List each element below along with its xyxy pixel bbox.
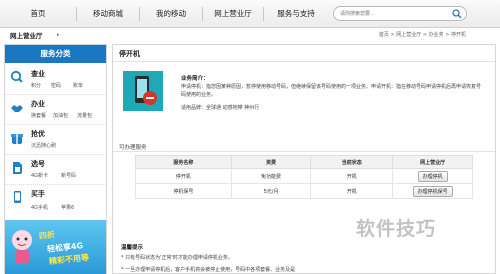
column-header: 当前状态 (310, 155, 394, 169)
table-header-row: 服务名称 资费 当前状态 网上营业厅 (135, 155, 473, 169)
sidebar-item-label: 办业 (31, 100, 45, 108)
sidebar-sublink[interactable]: 流量包 (77, 112, 92, 119)
sidebar-sublink[interactable]: 密码 (51, 82, 61, 89)
breadcrumb[interactable]: 首页 > 网上营业厅 > 办业务 > 停开机 (379, 31, 466, 38)
suspend-button[interactable]: 办理停机 (417, 170, 448, 182)
promo-text: 精彩不用等 (48, 252, 90, 267)
divider (113, 151, 495, 152)
sidebar-sublink[interactable]: 账单 (73, 82, 83, 89)
section-title: 网上营业厅 (10, 32, 43, 40)
service-fee: 5元/月 (230, 183, 312, 199)
sim-icon (13, 162, 22, 174)
sidebar-item-query[interactable]: 查业 积分 密码 账单 (5, 65, 106, 95)
intro-title: 业务简介： (181, 76, 209, 82)
nav-service-support[interactable]: 服务与支持 (264, 0, 328, 28)
tip-text: * 一旦办理申请停机后，客户手机将会被停止使用，号码中各项套餐、业务及是 (121, 267, 296, 273)
promo-banner[interactable]: 四折 轻松享4G 精彩不用等 (5, 220, 106, 274)
column-header: 服务名称 (135, 155, 232, 169)
page-title: 停开机 (119, 50, 140, 58)
service-status: 开机 (310, 183, 394, 199)
table-row: 停机保号 5元/月 开机 办理停机保号 (135, 183, 473, 199)
sidebar-sublink[interactable]: 4G手机 (31, 204, 48, 211)
chevron-right-icon: ▸ (57, 32, 60, 38)
sidebar-item-buy-phone[interactable]: 买手 4G手机 苹果6 (5, 185, 106, 219)
applicable-brands: 适用品牌：全球通 动感地带 神州行 (181, 105, 260, 111)
services-table: 服务名称 资费 当前状态 网上营业厅 停开机 免功能费 开机 办理停机 停机保号… (135, 155, 473, 199)
mascot-image (12, 230, 32, 264)
promo-text: 四折 (38, 230, 56, 241)
search-box (333, 6, 467, 21)
sidebar-item-number[interactable]: 选号 4G新卡 新号码 (5, 155, 106, 185)
column-header: 网上营业厅 (392, 155, 473, 169)
phone-icon (14, 191, 21, 203)
sidebar-item-deals[interactable]: 抢优 沉迅随心刷 (5, 125, 106, 155)
sidebar-item-label: 买手 (31, 190, 45, 198)
top-nav: 首页 移动商城 我的移动 网上营业厅 服务与支持 (0, 0, 500, 28)
suspend-keep-number-button[interactable]: 办理停机保号 (412, 185, 453, 197)
sidebar-item-label: 抢优 (31, 130, 45, 138)
search-input[interactable] (340, 9, 450, 19)
sidebar-item-label: 选号 (31, 160, 45, 168)
gift-icon (11, 134, 23, 144)
divider (113, 61, 495, 62)
nav-home[interactable]: 首页 (0, 0, 76, 28)
search-icon[interactable] (452, 9, 462, 19)
sidebar-sublink[interactable]: 新号码 (61, 172, 76, 179)
sidebar: 服务分类 查业 积分 密码 账单 办业 换套餐 加油包 流量包 抢优 沉迅随心刷 (4, 44, 107, 274)
available-services-title: 可办理服务 (119, 145, 147, 151)
service-name: 停开机 (135, 168, 232, 184)
service-status: 开机 (310, 168, 394, 184)
sidebar-title: 服务分类 (5, 45, 106, 63)
sidebar-item-handle[interactable]: 办业 换套餐 加油包 流量包 (5, 95, 106, 125)
column-header: 资费 (230, 155, 312, 169)
intro-description: 申请停机：指您因某种原因，暂停使用移动号码，但继续保留该号码使用的一项业务。申请… (181, 84, 482, 98)
nav-online-hall[interactable]: 网上营业厅 (203, 0, 263, 28)
main-panel: 停开机 业务简介： 申请停机：指您因某种原因，暂停使用移动号码，但继续保留该号码… (112, 44, 496, 274)
tip-text: * 只有号码状态为'正常'时才能办理申请停机业务。 (121, 255, 233, 261)
sidebar-sublink[interactable]: 沉迅随心刷 (31, 142, 56, 149)
handshake-icon (11, 105, 23, 112)
search-icon (10, 70, 24, 84)
sidebar-sublink[interactable]: 苹果6 (61, 204, 74, 211)
sidebar-sublink[interactable]: 4G新卡 (31, 172, 48, 179)
action-cell: 办理停机保号 (392, 183, 473, 199)
sidebar-item-label: 查业 (31, 70, 45, 78)
sidebar-sublink[interactable]: 加油包 (53, 112, 68, 119)
service-name: 停机保号 (135, 183, 232, 199)
watermark: 软件技巧 (356, 218, 437, 240)
table-row: 停开机 免功能费 开机 办理停机 (135, 168, 473, 184)
service-fee: 免功能费 (230, 168, 312, 184)
sidebar-sublink[interactable]: 换套餐 (31, 112, 46, 119)
action-cell: 办理停机 (392, 168, 473, 184)
tips-title: 温馨提示 (121, 245, 144, 251)
phone-stop-icon (123, 71, 163, 111)
nav-my-mobile[interactable]: 我的移动 (140, 0, 202, 28)
sidebar-sublink[interactable]: 积分 (31, 82, 41, 89)
nav-mall[interactable]: 移动商城 (77, 0, 139, 28)
breadcrumb-bar: 网上营业厅 ▸ 首页 > 网上营业厅 > 办业务 > 停开机 (0, 28, 500, 42)
